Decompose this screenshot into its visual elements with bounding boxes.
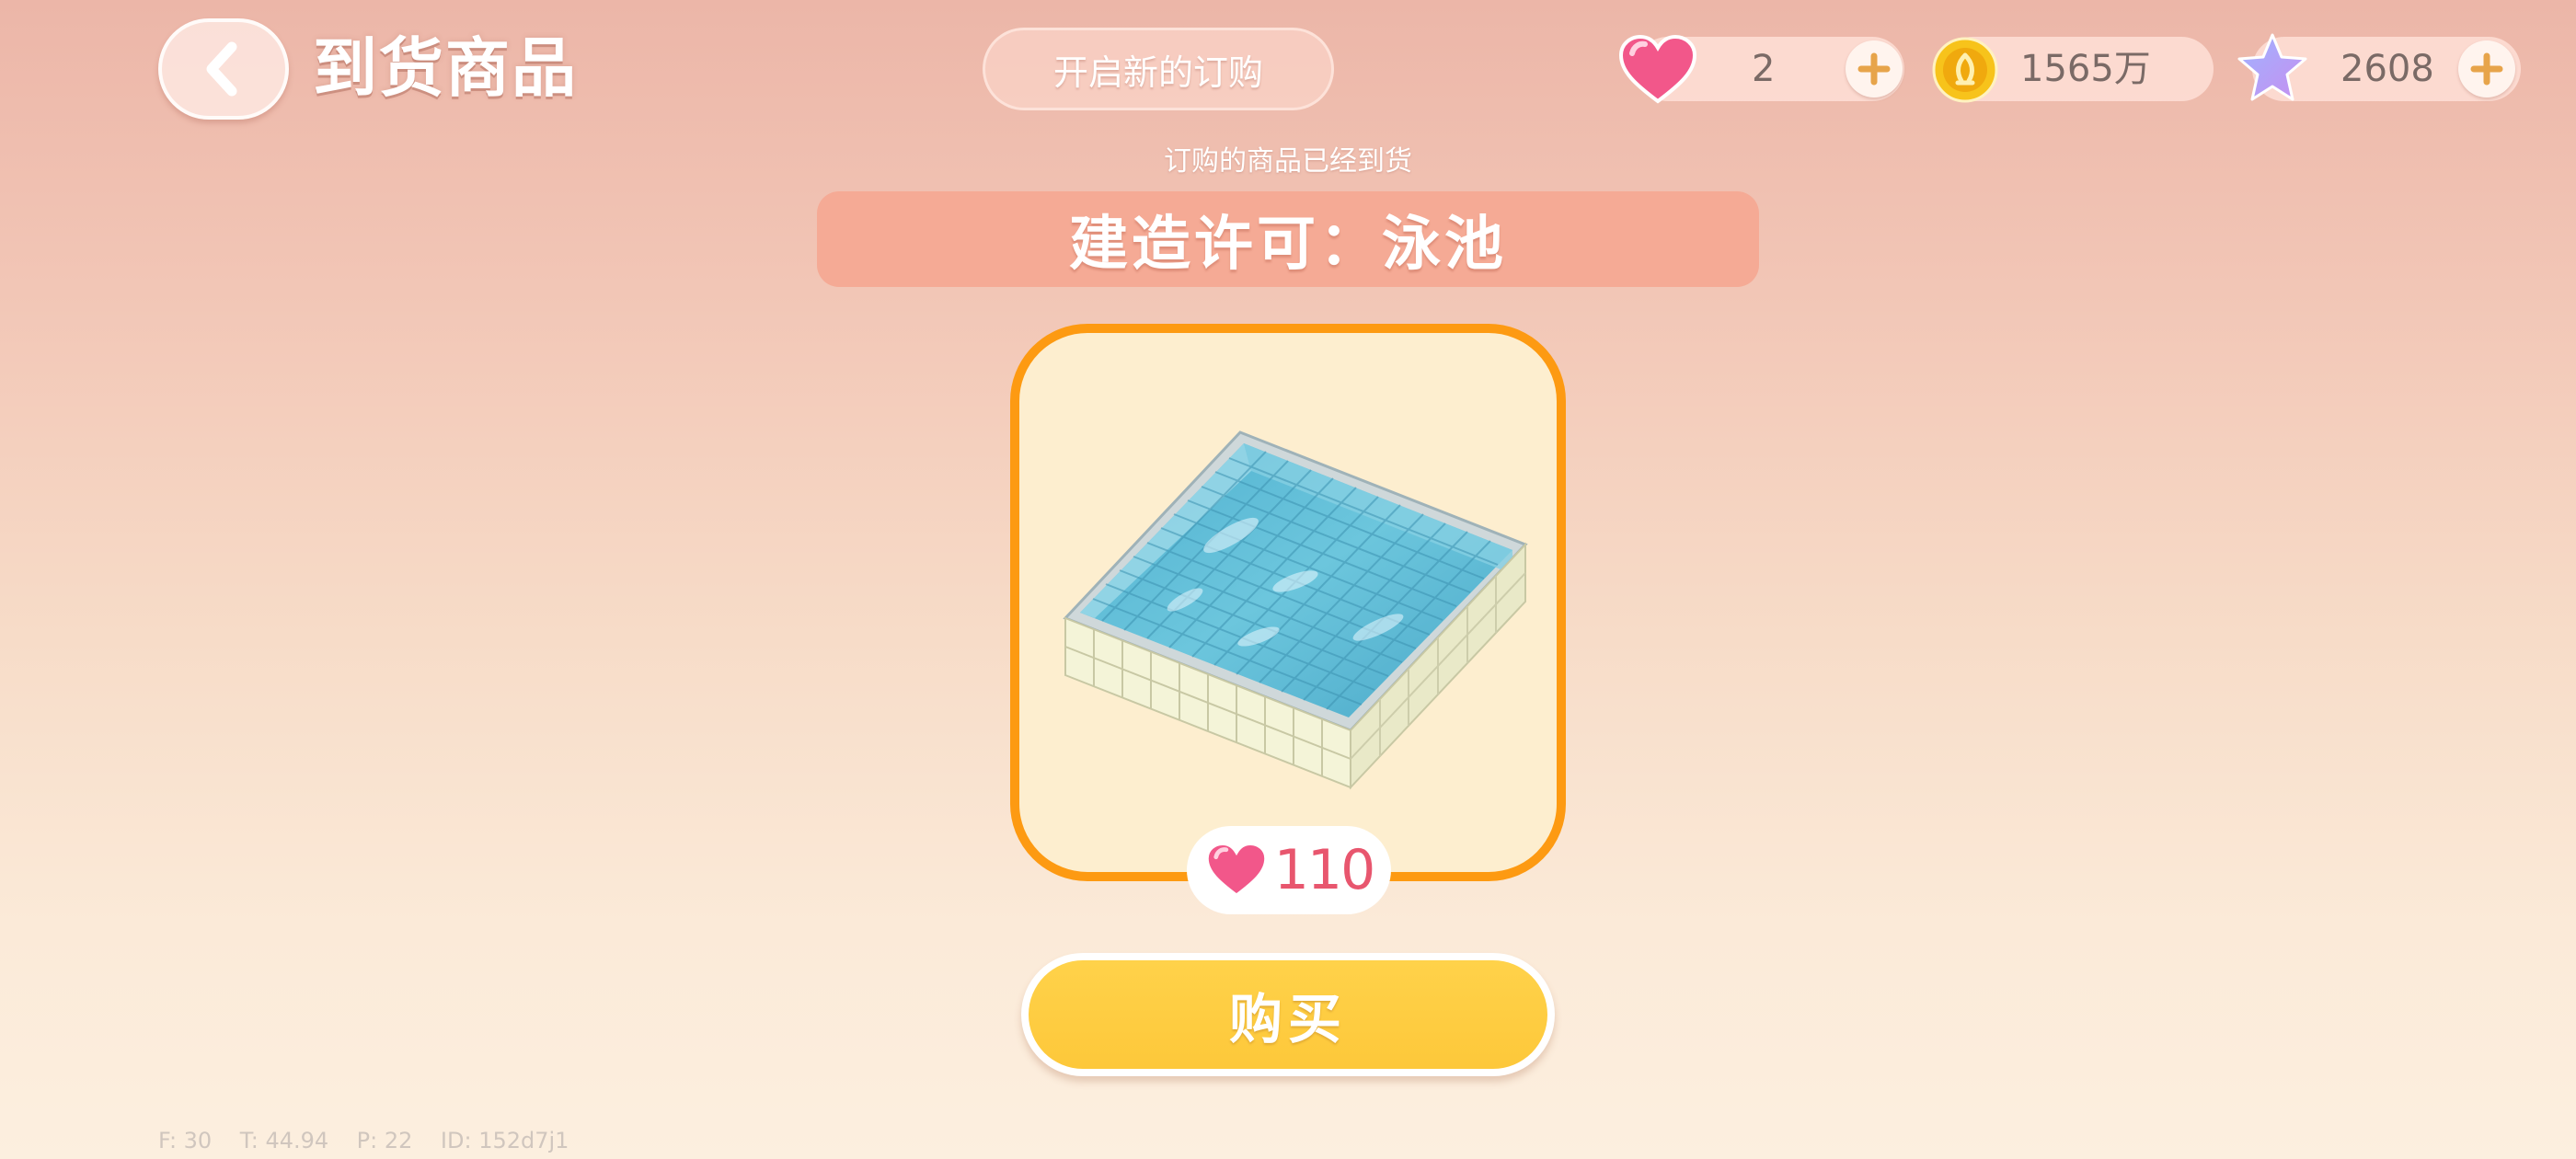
price-tag: 110 [1187,826,1391,914]
swimming-pool-illustration [1063,430,1528,790]
item-card [1010,324,1566,881]
stars-value: 2608 [2340,48,2434,90]
pink-heart-icon [1618,34,1697,104]
hearts-value: 2 [1752,48,1776,90]
item-name-banner: 建造许可：泳池 [817,191,1759,287]
purple-star-icon [2237,33,2307,101]
chevron-left-icon [206,41,237,97]
add-hearts-button[interactable] [1846,40,1903,98]
buy-button[interactable]: 购买 [1021,953,1555,1076]
new-order-button[interactable]: 开启新的订购 [983,28,1334,110]
price-value: 110 [1273,838,1376,902]
page-title: 到货商品 [313,30,578,106]
plus-icon [2470,52,2503,86]
arrived-message: 订购的商品已经到货 [1164,145,1412,178]
debug-info: F: 30 T: 44.94 P: 22 ID: 152d7j1 [158,1128,569,1153]
pink-heart-icon [1205,842,1268,898]
back-button[interactable] [158,18,289,120]
plus-icon [1857,52,1891,86]
order-arrived-screen: 到货商品 开启新的订购 2 1565万 2608 订购的商品已经到货 建造许可：… [0,0,2576,1159]
coins-value: 1565万 [2020,48,2151,90]
buy-button-label: 购买 [1029,960,1547,1069]
item-name: 建造许可：泳池 [1069,211,1507,279]
gold-coin-icon [1932,37,1998,103]
add-stars-button[interactable] [2458,40,2515,98]
